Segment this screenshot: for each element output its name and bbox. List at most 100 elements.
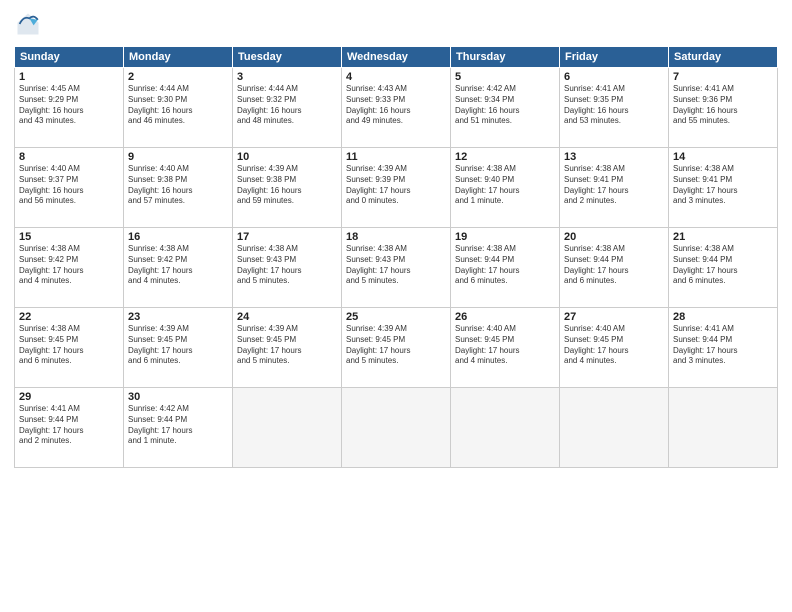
calendar-cell: 3Sunrise: 4:44 AMSunset: 9:32 PMDaylight…: [233, 68, 342, 148]
cell-details: Sunrise: 4:38 AMSunset: 9:42 PMDaylight:…: [128, 244, 228, 287]
calendar-cell: 9Sunrise: 4:40 AMSunset: 9:38 PMDaylight…: [124, 148, 233, 228]
cell-details: Sunrise: 4:38 AMSunset: 9:42 PMDaylight:…: [19, 244, 119, 287]
calendar-cell: 13Sunrise: 4:38 AMSunset: 9:41 PMDayligh…: [560, 148, 669, 228]
calendar-cell: [342, 388, 451, 468]
calendar-cell: 30Sunrise: 4:42 AMSunset: 9:44 PMDayligh…: [124, 388, 233, 468]
logo-icon: [14, 10, 42, 38]
cell-details: Sunrise: 4:38 AMSunset: 9:41 PMDaylight:…: [673, 164, 773, 207]
day-number: 15: [19, 231, 119, 243]
cell-details: Sunrise: 4:38 AMSunset: 9:45 PMDaylight:…: [19, 324, 119, 367]
col-tuesday: Tuesday: [233, 47, 342, 68]
calendar-cell: 27Sunrise: 4:40 AMSunset: 9:45 PMDayligh…: [560, 308, 669, 388]
calendar-cell: 10Sunrise: 4:39 AMSunset: 9:38 PMDayligh…: [233, 148, 342, 228]
calendar-cell: 21Sunrise: 4:38 AMSunset: 9:44 PMDayligh…: [669, 228, 778, 308]
calendar-body: 1Sunrise: 4:45 AMSunset: 9:29 PMDaylight…: [15, 68, 778, 468]
cell-details: Sunrise: 4:40 AMSunset: 9:45 PMDaylight:…: [455, 324, 555, 367]
cell-details: Sunrise: 4:39 AMSunset: 9:38 PMDaylight:…: [237, 164, 337, 207]
col-saturday: Saturday: [669, 47, 778, 68]
calendar-cell: [233, 388, 342, 468]
calendar-week-row: 29Sunrise: 4:41 AMSunset: 9:44 PMDayligh…: [15, 388, 778, 468]
calendar-cell: [451, 388, 560, 468]
calendar-cell: 29Sunrise: 4:41 AMSunset: 9:44 PMDayligh…: [15, 388, 124, 468]
day-number: 21: [673, 231, 773, 243]
day-number: 28: [673, 311, 773, 323]
day-number: 1: [19, 71, 119, 83]
cell-details: Sunrise: 4:39 AMSunset: 9:45 PMDaylight:…: [128, 324, 228, 367]
cell-details: Sunrise: 4:42 AMSunset: 9:44 PMDaylight:…: [128, 404, 228, 447]
calendar-cell: 24Sunrise: 4:39 AMSunset: 9:45 PMDayligh…: [233, 308, 342, 388]
cell-details: Sunrise: 4:43 AMSunset: 9:33 PMDaylight:…: [346, 84, 446, 127]
col-friday: Friday: [560, 47, 669, 68]
day-number: 5: [455, 71, 555, 83]
day-number: 29: [19, 391, 119, 403]
cell-details: Sunrise: 4:41 AMSunset: 9:36 PMDaylight:…: [673, 84, 773, 127]
cell-details: Sunrise: 4:38 AMSunset: 9:40 PMDaylight:…: [455, 164, 555, 207]
calendar-cell: 22Sunrise: 4:38 AMSunset: 9:45 PMDayligh…: [15, 308, 124, 388]
calendar-cell: [669, 388, 778, 468]
calendar-week-row: 8Sunrise: 4:40 AMSunset: 9:37 PMDaylight…: [15, 148, 778, 228]
day-number: 19: [455, 231, 555, 243]
calendar-cell: 19Sunrise: 4:38 AMSunset: 9:44 PMDayligh…: [451, 228, 560, 308]
calendar-cell: 2Sunrise: 4:44 AMSunset: 9:30 PMDaylight…: [124, 68, 233, 148]
day-number: 22: [19, 311, 119, 323]
calendar-week-row: 1Sunrise: 4:45 AMSunset: 9:29 PMDaylight…: [15, 68, 778, 148]
day-number: 7: [673, 71, 773, 83]
calendar-cell: 14Sunrise: 4:38 AMSunset: 9:41 PMDayligh…: [669, 148, 778, 228]
col-thursday: Thursday: [451, 47, 560, 68]
calendar-cell: 7Sunrise: 4:41 AMSunset: 9:36 PMDaylight…: [669, 68, 778, 148]
day-number: 3: [237, 71, 337, 83]
calendar-cell: 28Sunrise: 4:41 AMSunset: 9:44 PMDayligh…: [669, 308, 778, 388]
calendar-cell: 11Sunrise: 4:39 AMSunset: 9:39 PMDayligh…: [342, 148, 451, 228]
calendar-cell: 8Sunrise: 4:40 AMSunset: 9:37 PMDaylight…: [15, 148, 124, 228]
day-number: 20: [564, 231, 664, 243]
page-header: [14, 10, 778, 38]
cell-details: Sunrise: 4:40 AMSunset: 9:38 PMDaylight:…: [128, 164, 228, 207]
cell-details: Sunrise: 4:42 AMSunset: 9:34 PMDaylight:…: [455, 84, 555, 127]
day-number: 18: [346, 231, 446, 243]
cell-details: Sunrise: 4:38 AMSunset: 9:44 PMDaylight:…: [673, 244, 773, 287]
calendar-cell: 20Sunrise: 4:38 AMSunset: 9:44 PMDayligh…: [560, 228, 669, 308]
calendar-week-row: 22Sunrise: 4:38 AMSunset: 9:45 PMDayligh…: [15, 308, 778, 388]
cell-details: Sunrise: 4:40 AMSunset: 9:45 PMDaylight:…: [564, 324, 664, 367]
calendar-week-row: 15Sunrise: 4:38 AMSunset: 9:42 PMDayligh…: [15, 228, 778, 308]
day-number: 11: [346, 151, 446, 163]
day-number: 17: [237, 231, 337, 243]
cell-details: Sunrise: 4:41 AMSunset: 9:44 PMDaylight:…: [673, 324, 773, 367]
cell-details: Sunrise: 4:39 AMSunset: 9:45 PMDaylight:…: [237, 324, 337, 367]
cell-details: Sunrise: 4:39 AMSunset: 9:45 PMDaylight:…: [346, 324, 446, 367]
day-number: 26: [455, 311, 555, 323]
day-number: 6: [564, 71, 664, 83]
calendar-cell: 6Sunrise: 4:41 AMSunset: 9:35 PMDaylight…: [560, 68, 669, 148]
col-sunday: Sunday: [15, 47, 124, 68]
cell-details: Sunrise: 4:44 AMSunset: 9:30 PMDaylight:…: [128, 84, 228, 127]
day-number: 12: [455, 151, 555, 163]
calendar-cell: [560, 388, 669, 468]
calendar-cell: 15Sunrise: 4:38 AMSunset: 9:42 PMDayligh…: [15, 228, 124, 308]
day-number: 27: [564, 311, 664, 323]
cell-details: Sunrise: 4:38 AMSunset: 9:44 PMDaylight:…: [455, 244, 555, 287]
day-number: 14: [673, 151, 773, 163]
day-number: 30: [128, 391, 228, 403]
day-number: 24: [237, 311, 337, 323]
calendar-cell: 5Sunrise: 4:42 AMSunset: 9:34 PMDaylight…: [451, 68, 560, 148]
calendar-header-row: Sunday Monday Tuesday Wednesday Thursday…: [15, 47, 778, 68]
calendar-cell: 1Sunrise: 4:45 AMSunset: 9:29 PMDaylight…: [15, 68, 124, 148]
calendar-cell: 17Sunrise: 4:38 AMSunset: 9:43 PMDayligh…: [233, 228, 342, 308]
day-number: 23: [128, 311, 228, 323]
calendar-cell: 25Sunrise: 4:39 AMSunset: 9:45 PMDayligh…: [342, 308, 451, 388]
calendar-cell: 26Sunrise: 4:40 AMSunset: 9:45 PMDayligh…: [451, 308, 560, 388]
day-number: 4: [346, 71, 446, 83]
cell-details: Sunrise: 4:41 AMSunset: 9:35 PMDaylight:…: [564, 84, 664, 127]
cell-details: Sunrise: 4:40 AMSunset: 9:37 PMDaylight:…: [19, 164, 119, 207]
calendar-page: Sunday Monday Tuesday Wednesday Thursday…: [0, 0, 792, 612]
day-number: 16: [128, 231, 228, 243]
day-number: 13: [564, 151, 664, 163]
calendar-cell: 16Sunrise: 4:38 AMSunset: 9:42 PMDayligh…: [124, 228, 233, 308]
cell-details: Sunrise: 4:38 AMSunset: 9:43 PMDaylight:…: [346, 244, 446, 287]
calendar-cell: 18Sunrise: 4:38 AMSunset: 9:43 PMDayligh…: [342, 228, 451, 308]
calendar-cell: 4Sunrise: 4:43 AMSunset: 9:33 PMDaylight…: [342, 68, 451, 148]
day-number: 9: [128, 151, 228, 163]
day-number: 2: [128, 71, 228, 83]
cell-details: Sunrise: 4:38 AMSunset: 9:41 PMDaylight:…: [564, 164, 664, 207]
calendar-table: Sunday Monday Tuesday Wednesday Thursday…: [14, 46, 778, 468]
